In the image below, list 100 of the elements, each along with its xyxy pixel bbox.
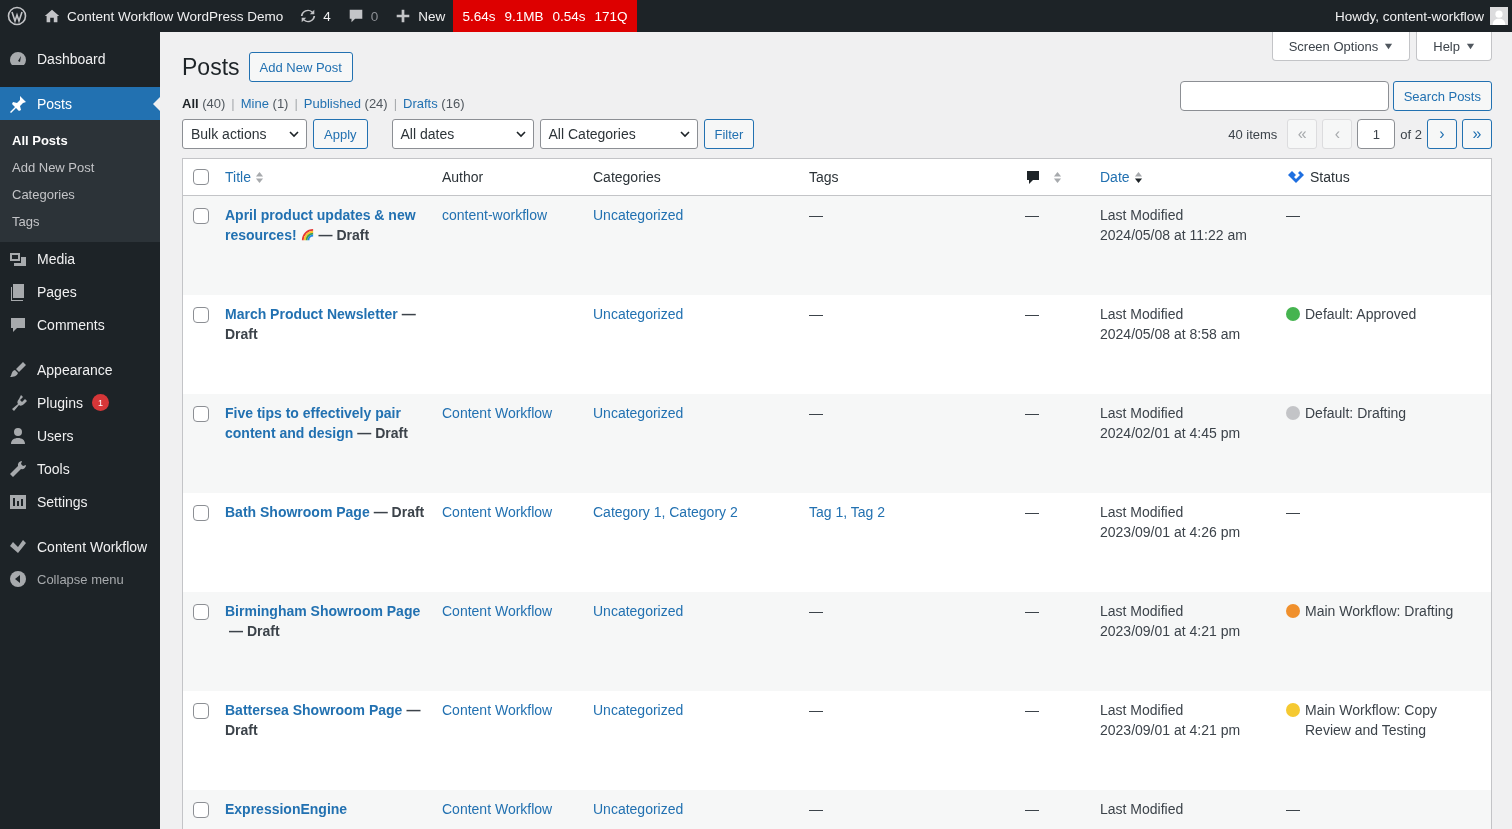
sidebar-item[interactable]: Pages — [0, 275, 160, 308]
submenu-item[interactable]: Add New Post — [0, 154, 160, 181]
dates-dropdown[interactable]: All dates — [391, 119, 534, 149]
post-title[interactable]: March Product Newsletter — Draft — [225, 305, 426, 344]
wordpress-logo-icon[interactable] — [7, 6, 27, 26]
row-checkbox[interactable] — [193, 406, 209, 422]
status-text: Main Workflow: Copy Review and Testing — [1305, 701, 1438, 740]
row-checkbox[interactable] — [193, 703, 209, 719]
next-page-button[interactable]: › — [1427, 119, 1457, 149]
row-checkbox[interactable] — [193, 307, 209, 323]
screen-tab[interactable]: Help — [1416, 32, 1492, 61]
apply-button[interactable]: Apply — [313, 119, 368, 149]
search-field[interactable] — [1179, 81, 1389, 111]
page-title: Posts — [182, 53, 240, 81]
tags-cell-text: — — [809, 305, 823, 324]
column-header[interactable]: Date — [1100, 169, 1130, 185]
author-link[interactable]: Content Workflow — [442, 800, 553, 820]
new-link[interactable]: New — [418, 8, 446, 24]
greeting[interactable]: Howdy, content-workflow — [1334, 8, 1484, 24]
sidebar-item[interactable]: Users — [0, 419, 160, 452]
search-posts-button[interactable]: Search Posts — [1392, 81, 1492, 111]
sidebar-item[interactable]: Comments — [0, 308, 160, 341]
view-filter-link[interactable]: Mine (1) — [240, 96, 289, 111]
post-title[interactable]: Five tips to effectively pair content and design — Draft — [225, 404, 426, 443]
category-link[interactable]: Uncategorized — [593, 602, 684, 622]
comments-cell-text: — — [1025, 503, 1039, 522]
column-header: Tags — [809, 169, 839, 185]
menu-icon — [8, 425, 28, 446]
select-all-checkbox[interactable] — [193, 169, 209, 185]
screen-tab[interactable]: Screen Options — [1271, 32, 1411, 61]
collapse-menu-button[interactable]: Collapse menu — [0, 569, 160, 589]
refresh-icon[interactable] — [299, 7, 318, 25]
author-link[interactable]: Content Workflow — [442, 503, 553, 523]
sidebar-item[interactable]: Appearance — [0, 353, 160, 386]
tags-cell-text: — — [809, 404, 823, 423]
column-header: Status — [1310, 169, 1350, 185]
author-link[interactable]: Content Workflow — [442, 701, 553, 721]
view-filter-link[interactable]: All (40) — [182, 96, 226, 111]
date-cell: Last Modified 2024/05/08 at 11:22 am — [1100, 206, 1247, 245]
post-title[interactable]: Bath Showroom Page — Draft — [225, 503, 425, 523]
row-checkbox[interactable] — [193, 505, 209, 521]
comment-icon[interactable] — [1025, 169, 1041, 185]
post-title[interactable]: Birmingham Showroom Page — Draft — [225, 602, 426, 641]
author-link[interactable]: Content Workflow — [442, 602, 553, 622]
row-checkbox[interactable] — [193, 604, 209, 620]
row-checkbox[interactable] — [193, 208, 209, 224]
sidebar-item[interactable]: Settings — [0, 485, 160, 518]
tags-cell-text: — — [809, 800, 823, 819]
home-icon[interactable] — [43, 7, 61, 25]
bulk-actions-dropdown[interactable]: Bulk actions — [182, 119, 307, 149]
last-page-button[interactable]: » — [1462, 119, 1492, 149]
author-link[interactable]: content-workflow — [442, 206, 548, 226]
category-link[interactable]: Uncategorized — [593, 701, 684, 721]
status-text: — — [1286, 503, 1300, 522]
separator: | — [393, 96, 398, 111]
menu-icon — [8, 359, 28, 380]
category-link[interactable]: Uncategorized — [593, 800, 684, 820]
filter-button[interactable]: Filter — [703, 119, 755, 149]
menu-icon — [8, 458, 28, 479]
submenu-item[interactable]: All Posts — [0, 127, 160, 154]
sidebar-item[interactable]: Tools — [0, 452, 160, 485]
comments-cell-text: — — [1025, 305, 1039, 324]
post-title[interactable]: Battersea Showroom Page — Draft — [225, 701, 426, 740]
chevron-icon — [288, 128, 300, 140]
sidebar-item[interactable]: Content Workflow — [0, 530, 160, 563]
category-link[interactable]: Uncategorized — [593, 206, 684, 226]
row-checkbox[interactable] — [193, 802, 209, 818]
updates-count[interactable]: 4 — [323, 8, 331, 24]
site-title-link[interactable]: Content Workflow WordPress Demo — [67, 8, 284, 24]
performance-bar[interactable]: 5.64s 9.1MB 0.54s 171Q — [453, 0, 637, 32]
categories-dropdown[interactable]: All Categories — [539, 119, 698, 149]
tags-cell-text: — — [809, 602, 823, 621]
page-number-field[interactable]: 1 — [1357, 119, 1396, 149]
submenu-item[interactable]: Tags — [0, 208, 160, 235]
comments-cell-text: — — [1025, 206, 1039, 225]
comments-cell-text: — — [1025, 800, 1039, 819]
add-new-post-button[interactable]: Add New Post — [248, 52, 353, 82]
post-title[interactable]: April product updates & new resources! — Draft — [225, 206, 426, 245]
view-filter-link[interactable]: Published (24) — [303, 96, 388, 111]
date-cell: Last Modified 2023/09/01 at 4:26 pm — [1100, 503, 1241, 542]
sidebar-item[interactable]: Plugins 1 — [0, 386, 160, 419]
sidebar-item[interactable]: Posts — [0, 87, 160, 120]
item-count: 40 items — [1228, 126, 1278, 142]
category-link[interactable]: Uncategorized — [593, 404, 684, 424]
sidebar-item[interactable]: Media — [0, 242, 160, 275]
author-link[interactable]: Content Workflow — [442, 404, 553, 424]
sort-icon[interactable] — [1133, 169, 1143, 185]
chevron-icon — [678, 128, 691, 140]
status-text: — — [1286, 800, 1300, 819]
category-link[interactable]: Category 1, Category 2 — [593, 503, 738, 523]
column-header[interactable]: Title — [225, 169, 251, 185]
page-total: of 2 — [1400, 126, 1422, 142]
comments-count[interactable]: 0 — [370, 8, 379, 24]
category-link[interactable]: Uncategorized — [593, 305, 684, 325]
view-filter-link[interactable]: Drafts (16) — [403, 96, 465, 111]
sidebar-item[interactable]: Dashboard — [0, 42, 160, 75]
post-title[interactable]: ExpressionEngine — [225, 800, 348, 820]
tags-cell[interactable]: Tag 1, Tag 2 — [809, 503, 886, 523]
date-cell: Last Modified 2024/02/01 at 4:45 pm — [1100, 404, 1241, 443]
submenu-item[interactable]: Categories — [0, 181, 160, 208]
